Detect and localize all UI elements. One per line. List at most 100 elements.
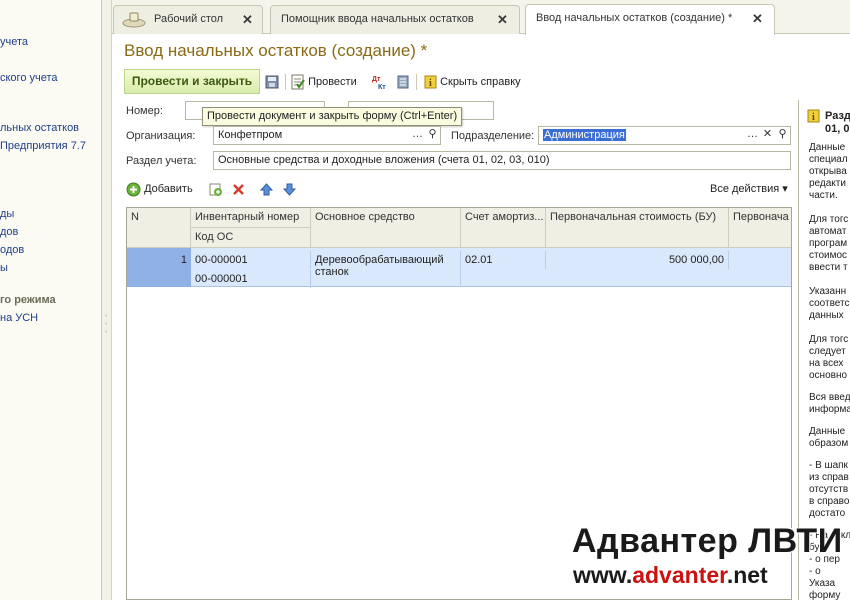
report-button[interactable]: [397, 73, 409, 91]
chevron-down-icon: ▾: [782, 183, 788, 195]
watermark-url: www.advanter.net: [573, 562, 768, 589]
column-header-asset[interactable]: Основное средство: [311, 208, 461, 248]
column-header-initial-cost-next[interactable]: Первонача: [729, 208, 791, 248]
clear-icon[interactable]: ✕: [760, 127, 775, 144]
table-toolbar: Добавить Все действия ▾: [126, 180, 792, 200]
copy-button[interactable]: [208, 180, 223, 198]
delete-button[interactable]: [232, 180, 245, 198]
help-title: 01, 0: [825, 123, 850, 135]
help-line: - В шапк: [809, 460, 848, 471]
help-line: стоимос: [809, 250, 848, 261]
splitter-grip-icon[interactable]: ◦ ◦ ◦: [104, 312, 108, 336]
asset-name-line: Деревообрабатывающий: [315, 254, 444, 266]
organization-field[interactable]: Конфетпром … ⚲: [213, 126, 441, 145]
tab-opening-balances[interactable]: Ввод начальных остатков (создание) * ✕: [525, 4, 775, 35]
delete-icon: [233, 183, 244, 195]
cell-initial-cost-bu[interactable]: 500 000,00: [546, 251, 729, 269]
hide-help-button[interactable]: i Скрыть справку: [424, 73, 521, 91]
search-icon[interactable]: ⚲: [425, 127, 440, 144]
arrow-down-icon: [283, 183, 296, 196]
post-button[interactable]: Провести: [291, 73, 357, 91]
save-button[interactable]: [265, 73, 279, 91]
nav-item[interactable]: льных остатков: [0, 122, 79, 134]
tooltip: Провести документ и закрыть форму (Ctrl+…: [202, 107, 463, 126]
close-icon[interactable]: ✕: [752, 11, 763, 27]
tab-desktop[interactable]: Рабочий стол ✕: [113, 5, 263, 34]
save-icon: [265, 75, 279, 89]
division-value: Администрация: [543, 129, 626, 141]
cell-asset[interactable]: Деревообрабатывающий станок: [311, 251, 461, 287]
nav-item[interactable]: одов: [0, 244, 24, 256]
column-header-depreciation-account[interactable]: Счет амортиз...: [461, 208, 546, 248]
cell-depreciation-account[interactable]: 02.01: [461, 251, 546, 269]
column-header-n[interactable]: N: [127, 208, 191, 248]
tabs-bar: Рабочий стол ✕ Помощник ввода начальных …: [112, 0, 850, 35]
arrow-up-icon: [260, 182, 273, 196]
nav-item[interactable]: на УСН: [0, 312, 38, 324]
cell-initial-cost-next[interactable]: [729, 251, 791, 257]
division-field[interactable]: Администрация … ✕ ⚲: [538, 126, 791, 145]
section-value: Основные средства и доходные вложения (с…: [218, 154, 550, 166]
organization-value: Конфетпром: [218, 129, 283, 141]
select-button[interactable]: …: [745, 127, 760, 144]
help-line: следует: [809, 346, 846, 357]
left-navigation-panel: учета ского учета льных остатков Предпри…: [0, 0, 102, 600]
help-line: основно: [809, 370, 848, 381]
post-document-icon: [291, 74, 305, 90]
svg-text:i: i: [429, 78, 432, 89]
close-icon[interactable]: ✕: [497, 12, 508, 28]
cell-n: 1: [180, 254, 187, 266]
move-down-button[interactable]: [283, 180, 296, 198]
column-header-os-code[interactable]: Код ОС: [191, 228, 311, 248]
number-label: Номер:: [126, 105, 163, 117]
nav-item[interactable]: Предприятия 7.7: [0, 140, 86, 152]
panel-splitter[interactable]: [102, 0, 112, 600]
select-button[interactable]: …: [410, 127, 425, 144]
nav-item[interactable]: ы: [0, 262, 8, 274]
move-up-button[interactable]: [260, 180, 273, 198]
help-line: образом: [809, 438, 849, 449]
add-icon: [126, 182, 141, 197]
post-and-close-button[interactable]: Провести и закрыть: [124, 69, 260, 94]
add-button-label: Добавить: [144, 183, 193, 195]
tab-label: Ввод начальных остатков (создание) *: [536, 12, 733, 24]
all-actions-menu[interactable]: Все действия ▾: [710, 180, 788, 198]
info-icon: i: [424, 75, 437, 89]
watermark-url-suffix: .net: [726, 562, 768, 588]
cell-inventory-number[interactable]: 00-000001: [191, 251, 311, 269]
search-icon[interactable]: ⚲: [775, 127, 790, 144]
nav-item[interactable]: ского учета: [0, 72, 58, 84]
hide-help-label: Скрыть справку: [440, 76, 521, 88]
svg-text:Кт: Кт: [378, 84, 386, 90]
help-line: Указанн: [809, 286, 847, 297]
nav-item[interactable]: дов: [0, 226, 18, 238]
tab-assistant[interactable]: Помощник ввода начальных остатков ✕: [270, 5, 520, 34]
help-line: Данные: [809, 142, 846, 153]
help-line: Для тогс: [809, 214, 849, 225]
organization-label: Организация:: [126, 130, 196, 142]
desktop-icon: [122, 12, 146, 28]
tab-label: Помощник ввода начальных остатков: [281, 13, 474, 25]
close-icon[interactable]: ✕: [242, 12, 253, 28]
help-line: достато: [809, 508, 846, 519]
copy-add-icon: [209, 183, 222, 196]
svg-text:i: i: [812, 112, 815, 123]
watermark-url-prefix: www.: [573, 562, 633, 588]
section-field[interactable]: Основные средства и доходные вложения (с…: [213, 151, 791, 170]
cell-os-code[interactable]: 00-000001: [191, 270, 311, 288]
report-list-icon: [397, 75, 409, 89]
watermark-title: Адвантер ЛВТИ: [572, 522, 843, 560]
form-toolbar: Провести и закрыть Провести Дт Кт i Скры…: [122, 69, 802, 95]
column-header-inventory-number[interactable]: Инвентарный номер: [191, 208, 311, 228]
dt-kt-button[interactable]: Дт Кт: [372, 73, 388, 91]
svg-text:Дт: Дт: [372, 76, 381, 83]
nav-item[interactable]: учета: [0, 36, 28, 48]
nav-item[interactable]: ды: [0, 208, 14, 220]
help-line: автомат: [809, 226, 847, 237]
help-line: ввести т: [809, 262, 848, 273]
add-button[interactable]: Добавить: [126, 180, 193, 198]
column-header-initial-cost-bu[interactable]: Первоначальная стоимость (БУ): [546, 208, 729, 248]
info-icon: i: [807, 109, 820, 123]
section-label: Раздел учета:: [126, 155, 197, 167]
toolbar-separator: [285, 74, 286, 90]
